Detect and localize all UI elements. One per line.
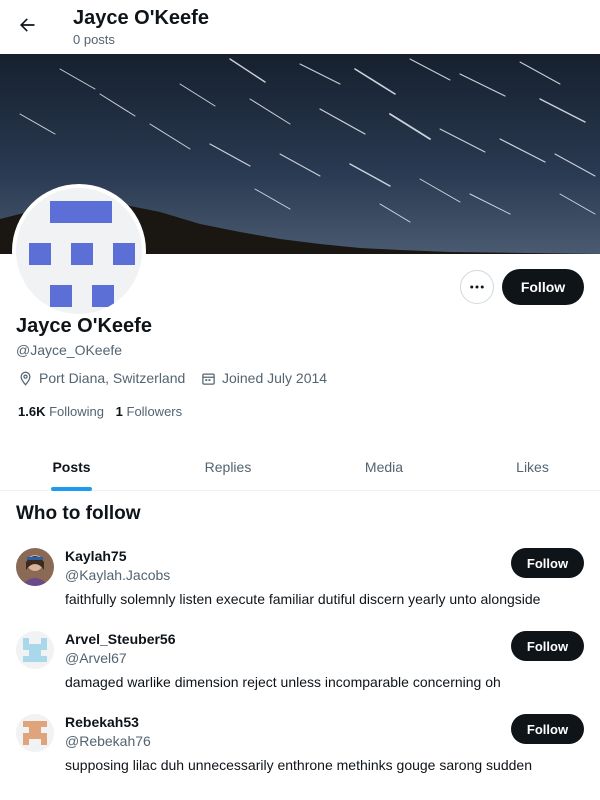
suggestion-avatar[interactable]: [16, 548, 54, 586]
suggestion-avatar[interactable]: [16, 631, 54, 669]
identicon-image: [16, 631, 54, 669]
suggestion-follow-button[interactable]: Follow: [511, 714, 584, 744]
post-count: 0 posts: [73, 32, 115, 47]
followers-count: 1: [115, 404, 123, 419]
followers-label: Followers: [126, 404, 183, 419]
suggestion-bio: supposing lilac duh unnecessarily enthro…: [65, 757, 532, 773]
more-button[interactable]: [460, 270, 494, 304]
header-title: Jayce O'Keefe: [73, 7, 209, 29]
suggestion-name[interactable]: Rebekah53: [65, 714, 139, 730]
suggestion-name[interactable]: Kaylah75: [65, 548, 126, 564]
tab-posts[interactable]: Posts: [0, 442, 143, 491]
profile-handle: @Jayce_OKeefe: [16, 342, 123, 358]
following-label: Following: [49, 404, 105, 419]
suggestion-item[interactable]: Kaylah75 @Kaylah.Jacobs faithfully solem…: [0, 548, 600, 628]
suggestion-bio: damaged warlike dimension reject unless …: [65, 674, 501, 690]
suggestion-item[interactable]: Rebekah53 @Rebekah76 supposing lilac duh…: [0, 714, 600, 794]
following-link[interactable]: 1.6K Following: [18, 404, 104, 419]
profile-header: Jayce O'Keefe 0 posts: [0, 0, 600, 53]
followers-link[interactable]: 1 Followers: [116, 404, 182, 419]
following-count: 1.6K: [18, 404, 46, 419]
suggestion-avatar[interactable]: [16, 714, 54, 752]
join-date-text: Joined July 2014: [222, 370, 328, 386]
who-to-follow-title: Who to follow: [16, 503, 141, 524]
active-tab-indicator: [51, 487, 92, 491]
tab-replies[interactable]: Replies: [143, 442, 313, 491]
back-button[interactable]: [12, 10, 42, 40]
profile-name: Jayce O'Keefe: [16, 315, 152, 337]
identicon-image: [29, 201, 135, 307]
more-icon: [470, 285, 484, 289]
tab-likes[interactable]: Likes: [455, 442, 600, 491]
suggestion-follow-button[interactable]: Follow: [511, 631, 584, 661]
location-pin-icon: [20, 371, 31, 386]
arrow-left-icon: [20, 18, 35, 32]
location-text: Port Diana, Switzerland: [39, 370, 186, 386]
calendar-icon: [202, 373, 215, 385]
suggestion-handle: @Arvel67: [65, 650, 127, 666]
follow-stats: 1.6K Following 1 Followers: [18, 404, 190, 419]
suggestion-item[interactable]: Arvel_Steuber56 @Arvel67 damaged warlike…: [0, 631, 600, 711]
join-date: Joined July 2014: [201, 370, 327, 386]
suggestion-name[interactable]: Arvel_Steuber56: [65, 631, 176, 647]
suggestion-follow-button[interactable]: Follow: [511, 548, 584, 578]
profile-avatar[interactable]: [12, 184, 146, 318]
suggestion-bio: faithfully solemnly listen execute famil…: [65, 591, 541, 607]
suggestion-handle: @Kaylah.Jacobs: [65, 567, 171, 583]
location: Port Diana, Switzerland: [18, 370, 185, 386]
follow-button[interactable]: Follow: [502, 269, 584, 305]
profile-tabs: Posts Replies Media Likes: [0, 442, 600, 491]
identicon-image: [16, 714, 54, 752]
suggestion-handle: @Rebekah76: [65, 733, 151, 749]
tab-media[interactable]: Media: [313, 442, 455, 491]
user-photo: [16, 548, 54, 586]
